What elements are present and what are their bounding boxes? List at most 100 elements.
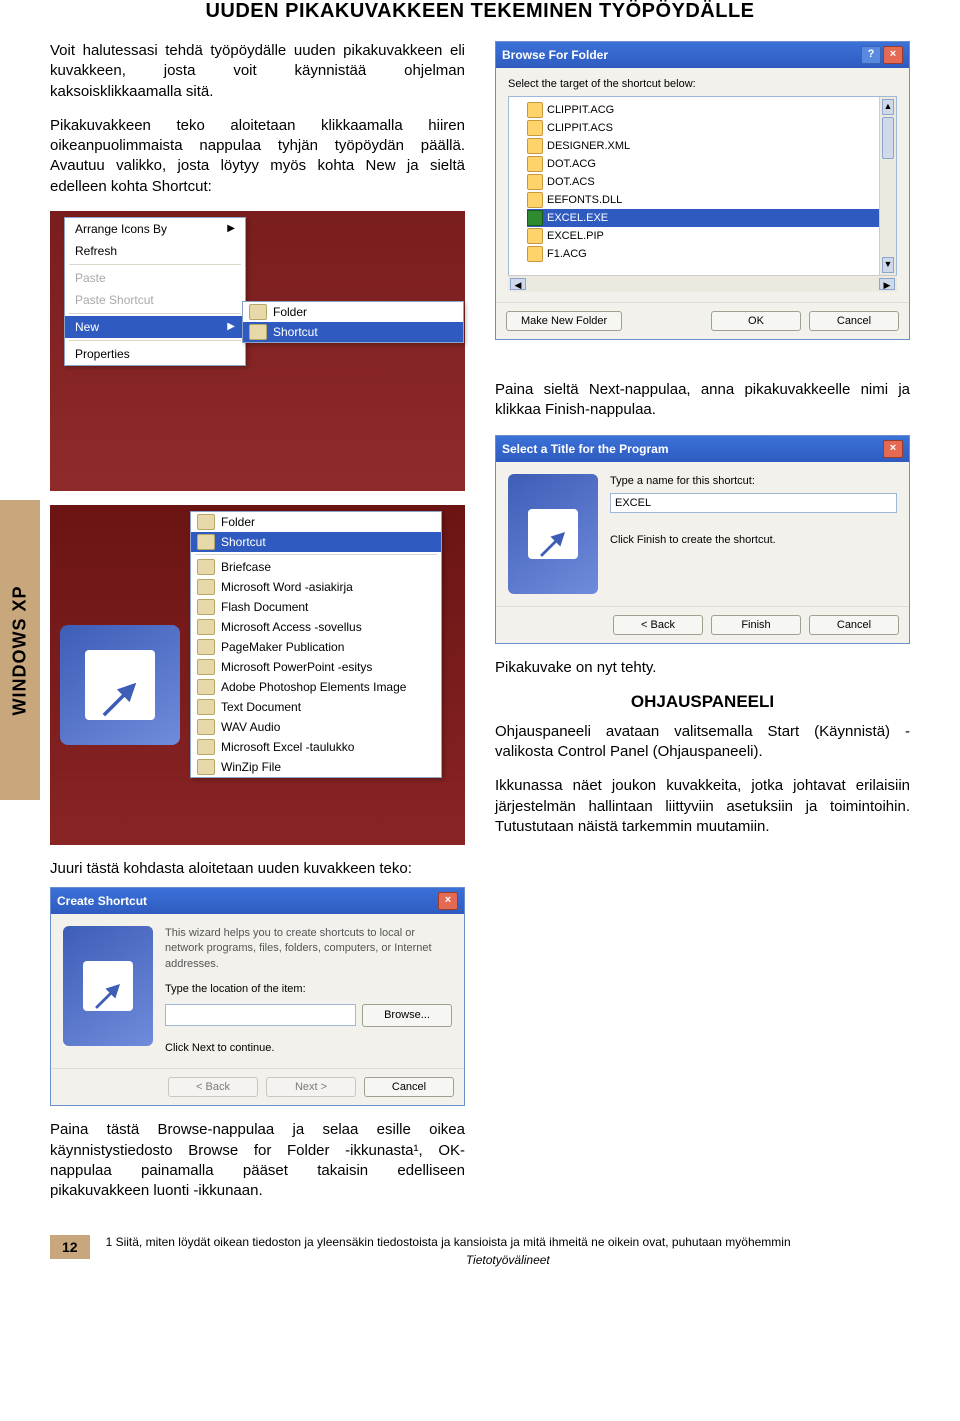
help-icon[interactable]: ? — [861, 46, 881, 64]
submenu-filetype[interactable]: Microsoft Excel -taulukko — [191, 737, 441, 757]
submenu-filetype[interactable]: Adobe Photoshop Elements Image — [191, 677, 441, 697]
shortcut-name-input[interactable] — [610, 493, 897, 513]
scroll-left-icon[interactable]: ◀ — [510, 278, 526, 290]
menu-label: Refresh — [75, 244, 117, 258]
wizard-shortcut-icon — [63, 926, 153, 1046]
tree-item[interactable]: DESIGNER.XML — [527, 137, 890, 155]
submenu-label: Text Document — [221, 700, 301, 714]
submenu-label: Shortcut — [273, 325, 318, 339]
scroll-right-icon[interactable]: ▶ — [879, 278, 895, 290]
folder-tree[interactable]: CLIPPIT.ACGCLIPPIT.ACSDESIGNER.XMLDOT.AC… — [508, 96, 897, 276]
context-menu-screenshot-1: Arrange Icons By ▶ Refresh Paste Paste S… — [50, 211, 465, 491]
submenu-filetype[interactable]: PageMaker Publication — [191, 637, 441, 657]
filetype-icon — [197, 739, 215, 755]
tree-item[interactable]: EXCEL.PIP — [527, 227, 890, 245]
shortcut-icon — [249, 324, 267, 340]
filetype-icon — [197, 679, 215, 695]
footer-center: Tietotyövälineet — [106, 1253, 910, 1269]
menu-refresh[interactable]: Refresh — [65, 240, 245, 262]
wizard-titlebar: Create Shortcut × — [51, 888, 464, 914]
make-new-folder-button[interactable]: Make New Folder — [506, 311, 622, 331]
submenu-label: Flash Document — [221, 600, 308, 614]
filetype-icon — [197, 639, 215, 655]
desktop-context-menu: Arrange Icons By ▶ Refresh Paste Paste S… — [64, 217, 246, 366]
finish-button[interactable]: Finish — [711, 615, 801, 635]
submenu-filetype[interactable]: WinZip File — [191, 757, 441, 777]
cancel-button[interactable]: Cancel — [809, 615, 899, 635]
shortcut-big-icon — [60, 625, 180, 745]
wizard-input-label: Type the location of the item: — [165, 982, 452, 997]
new-submenu-expanded: Folder Shortcut BriefcaseMicrosoft Word … — [190, 511, 442, 778]
scroll-down-icon[interactable]: ▼ — [882, 257, 894, 273]
tree-item[interactable]: EXCEL.EXE — [527, 209, 890, 227]
submenu-filetype[interactable]: Microsoft PowerPoint -esitys — [191, 657, 441, 677]
v-scrollbar[interactable]: ▲ ▼ — [879, 97, 896, 275]
bff-titlebar: Browse For Folder ? × — [496, 42, 909, 68]
close-icon[interactable]: × — [438, 892, 458, 910]
submenu-shortcut[interactable]: Shortcut — [191, 532, 441, 552]
close-icon[interactable]: × — [883, 440, 903, 458]
ok-button[interactable]: OK — [711, 311, 801, 331]
file-icon — [527, 102, 543, 118]
tree-item[interactable]: EEFONTS.DLL — [527, 191, 890, 209]
filetype-icon — [197, 619, 215, 635]
submenu-filetype[interactable]: Briefcase — [191, 557, 441, 577]
submenu-filetype[interactable]: Text Document — [191, 697, 441, 717]
filetype-icon — [197, 599, 215, 615]
chevron-right-icon: ▶ — [227, 321, 235, 332]
menu-new[interactable]: New ▶ — [65, 316, 245, 338]
tree-item[interactable]: DOT.ACS — [527, 173, 890, 191]
tree-item[interactable]: CLIPPIT.ACG — [527, 101, 890, 119]
submenu-label: Shortcut — [221, 535, 266, 549]
tree-item-label: EXCEL.PIP — [547, 230, 604, 242]
menu-separator — [69, 264, 241, 265]
tree-item-label: CLIPPIT.ACG — [547, 104, 614, 116]
h-scrollbar[interactable]: ◀ ▶ — [508, 275, 897, 292]
filetype-icon — [197, 659, 215, 675]
paragraph-7: Ikkunassa näet joukon kuvakkeita, jotka … — [495, 776, 910, 837]
menu-arrange-icons[interactable]: Arrange Icons By ▶ — [65, 218, 245, 240]
submenu-filetype[interactable]: Microsoft Word -asiakirja — [191, 577, 441, 597]
file-icon — [527, 192, 543, 208]
browse-button[interactable]: Browse... — [362, 1004, 452, 1027]
submenu-filetype[interactable]: Microsoft Access -sovellus — [191, 617, 441, 637]
filetype-icon — [197, 759, 215, 775]
file-icon — [527, 156, 543, 172]
menu-properties[interactable]: Properties — [65, 343, 245, 365]
side-tab-label: WINDOWS XP — [10, 585, 31, 715]
tree-item-label: DOT.ACS — [547, 176, 595, 188]
page-number: 12 — [50, 1235, 90, 1259]
submenu-filetype[interactable]: WAV Audio — [191, 717, 441, 737]
paragraph-5: Paina tästä Browse-nappulaa ja selaa esi… — [50, 1120, 465, 1201]
shortcut-icon — [197, 534, 215, 550]
create-shortcut-wizard: Create Shortcut × This wizard helps you … — [50, 887, 465, 1106]
scroll-up-icon[interactable]: ▲ — [882, 99, 894, 115]
close-icon[interactable]: × — [883, 46, 903, 64]
menu-paste: Paste — [65, 267, 245, 289]
submenu-label: Microsoft PowerPoint -esitys — [221, 660, 372, 674]
wizard-location-input[interactable] — [165, 1004, 356, 1026]
menu-label: Paste Shortcut — [75, 293, 154, 307]
submenu-label: Folder — [221, 515, 255, 529]
submenu-folder[interactable]: Folder — [191, 512, 441, 532]
wizard-title: Create Shortcut — [57, 894, 147, 908]
submenu-label: Microsoft Access -sovellus — [221, 620, 362, 634]
submenu-folder[interactable]: Folder — [243, 302, 463, 322]
filetype-icon — [197, 559, 215, 575]
menu-separator — [69, 313, 241, 314]
file-icon — [527, 228, 543, 244]
tree-item[interactable]: DOT.ACG — [527, 155, 890, 173]
file-icon — [527, 174, 543, 190]
tree-item[interactable]: F1.ACG — [527, 245, 890, 263]
tree-item[interactable]: CLIPPIT.ACS — [527, 119, 890, 137]
back-button[interactable]: < Back — [613, 615, 703, 635]
scroll-thumb[interactable] — [882, 117, 894, 159]
submenu-filetype[interactable]: Flash Document — [191, 597, 441, 617]
cancel-button[interactable]: Cancel — [364, 1077, 454, 1097]
submenu-label: Adobe Photoshop Elements Image — [221, 680, 406, 694]
cancel-button[interactable]: Cancel — [809, 311, 899, 331]
paragraph-3: Paina sieltä Next-nappulaa, anna pikakuv… — [495, 380, 910, 421]
context-menu-screenshot-2: Folder Shortcut BriefcaseMicrosoft Word … — [50, 505, 465, 845]
paragraph-6: Ohjauspaneeli avataan valitsemalla Start… — [495, 722, 910, 763]
submenu-shortcut[interactable]: Shortcut — [243, 322, 463, 342]
